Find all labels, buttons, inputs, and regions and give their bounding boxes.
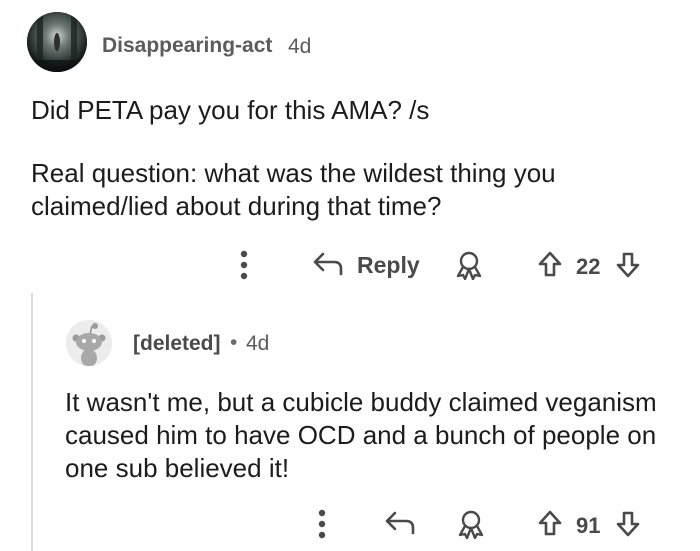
reply-icon[interactable] — [312, 251, 344, 277]
reply-button-label[interactable]: Reply — [357, 252, 420, 279]
avatar-image — [27, 12, 87, 72]
more-options-icon[interactable] — [236, 248, 252, 282]
reply-vote-count: 91 — [576, 513, 601, 538]
reply-more-options-icon[interactable] — [314, 507, 330, 541]
user-avatar[interactable] — [27, 12, 87, 72]
upvote-icon[interactable] — [537, 250, 563, 278]
reply-downvote-icon[interactable] — [615, 510, 641, 538]
reply-body: It wasn't me, but a cubicle buddy claime… — [65, 387, 657, 483]
award-icon[interactable] — [454, 250, 484, 280]
comment-body-line-1: Did PETA pay you for this AMA? /s — [31, 95, 430, 125]
vote-count: 22 — [576, 254, 601, 279]
comment-thread: Disappearing-act 4d Did PETA pay you for… — [0, 0, 700, 551]
comment-author[interactable]: Disappearing-act — [102, 34, 272, 58]
downvote-icon[interactable] — [615, 251, 641, 279]
thread-line[interactable] — [31, 293, 33, 551]
reply-author[interactable]: [deleted] — [133, 332, 221, 356]
comment-age: 4d — [288, 35, 312, 58]
reply-age: 4d — [246, 332, 270, 355]
comment-body-line-2: Real question: what was the wildest thin… — [31, 158, 556, 221]
snoo-avatar-icon — [66, 320, 112, 366]
reply-award-icon[interactable] — [456, 509, 486, 539]
reply-upvote-icon[interactable] — [537, 509, 563, 537]
reply-avatar[interactable] — [66, 320, 112, 366]
meta-separator: • — [230, 331, 238, 354]
reply-to-reply-icon[interactable] — [384, 510, 416, 536]
